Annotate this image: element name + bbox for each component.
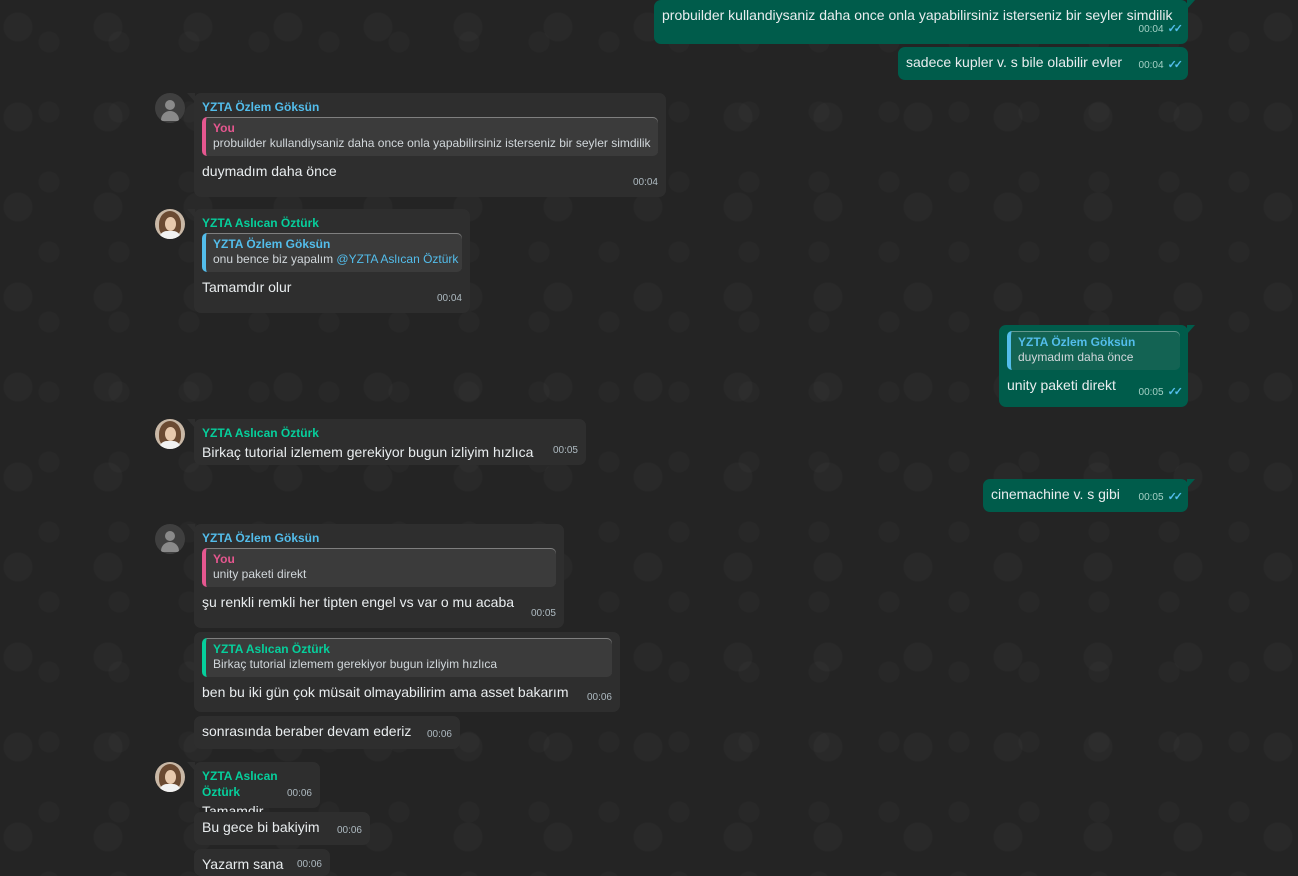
incoming-message[interactable]: Bu gece bi bakiyim 00:06 (194, 812, 370, 845)
incoming-message[interactable]: YZTA Aslıcan Öztürk Tamamdir 00:06 (187, 762, 320, 819)
message-meta: 00:05 (553, 441, 578, 460)
message-time: 00:04 (632, 177, 658, 188)
incoming-message[interactable]: YZTA Aslıcan Öztürk Birkaç tutorial izle… (187, 419, 586, 465)
quoted-text: Birkaç tutorial izlemem gerekiyor bugun … (213, 657, 498, 671)
double-check-icon: ✓✓ (1167, 23, 1184, 35)
message-meta: 00:04 (633, 173, 658, 192)
message-time: 00:05 (530, 608, 556, 619)
message-meta: 00:04 ✓✓ (1138, 20, 1184, 39)
message-meta: 00:04 ✓✓ (1138, 56, 1184, 75)
double-check-icon: ✓✓ (1167, 386, 1184, 398)
quoted-text: onu bence biz yapalım @YZTA Aslıcan Öztü… (213, 252, 458, 267)
mention[interactable]: @YZTA Aslıcan Öztürk (336, 252, 458, 266)
message-time: 00:04 (1138, 60, 1164, 71)
quoted-sender: YZTA Özlem Göksün (1018, 335, 1136, 349)
incoming-message[interactable]: sonrasında beraber devam ederiz 00:06 (194, 716, 460, 749)
message-time: 00:06 (586, 692, 612, 703)
quoted-text: unity paketi direkt (213, 567, 307, 581)
message-meta: 00:04 (437, 289, 462, 308)
outgoing-message[interactable]: probuilder kullandiysaniz daha once onla… (654, 0, 1195, 44)
quoted-message[interactable]: You probuilder kullandiysaniz daha once … (202, 117, 658, 156)
quoted-message[interactable]: YZTA Özlem Göksün onu bence biz yapalım … (202, 233, 462, 272)
avatar[interactable] (155, 93, 185, 123)
incoming-message[interactable]: Yazarm sana 00:06 (194, 849, 330, 876)
message-time: 00:06 (296, 859, 322, 870)
double-check-icon: ✓✓ (1167, 59, 1184, 71)
quoted-message[interactable]: YZTA Aslıcan Öztürk Birkaç tutorial izle… (202, 638, 612, 677)
message-text: probuilder kullandiysaniz daha once onla… (662, 7, 1173, 23)
person-icon (165, 100, 175, 110)
quoted-text: duymadım daha önce (1018, 350, 1134, 364)
message-meta: 00:06 (337, 821, 362, 840)
outgoing-message[interactable]: cinemachine v. s gibi 00:05 ✓✓ (983, 479, 1195, 512)
quoted-sender: YZTA Aslıcan Öztürk (213, 642, 330, 656)
quoted-message[interactable]: You unity paketi direkt (202, 548, 556, 587)
message-time: 00:05 (1138, 387, 1164, 398)
sender-name[interactable]: YZTA Özlem Göksün (202, 99, 658, 115)
avatar[interactable] (155, 524, 185, 554)
avatar[interactable] (155, 762, 185, 792)
incoming-message[interactable]: YZTA Aslıcan Öztürk YZTA Özlem Göksün on… (187, 209, 470, 313)
message-time: 00:05 (1138, 492, 1164, 503)
message-meta: 00:05 ✓✓ (1138, 488, 1184, 507)
message-text: şu renkli remkli her tipten engel vs var… (202, 594, 515, 610)
message-text: ben bu iki gün çok müsait olmayabilirim … (202, 684, 569, 700)
message-text: Birkaç tutorial izlemem gerekiyor bugun … (202, 444, 534, 460)
chat-messages-pane[interactable]: probuilder kullandiysaniz daha once onla… (0, 0, 1298, 876)
message-time: 00:04 (1138, 24, 1164, 35)
quoted-text: probuilder kullandiysaniz daha once onla… (213, 136, 651, 150)
sender-name[interactable]: YZTA Özlem Göksün (202, 530, 556, 546)
incoming-message[interactable]: YZTA Özlem Göksün You probuilder kulland… (187, 93, 666, 197)
message-meta: 00:06 (587, 688, 612, 707)
quoted-message[interactable]: YZTA Özlem Göksün duymadım daha önce (1007, 331, 1180, 370)
sender-name[interactable]: YZTA Aslıcan Öztürk (202, 425, 578, 441)
outgoing-message[interactable]: YZTA Özlem Göksün duymadım daha önce uni… (999, 325, 1195, 407)
double-check-icon: ✓✓ (1167, 491, 1184, 503)
message-meta: 00:06 (287, 784, 312, 803)
message-meta: 00:06 (297, 855, 322, 874)
message-time: 00:04 (436, 293, 462, 304)
avatar[interactable] (155, 419, 185, 449)
sender-name[interactable]: YZTA Aslıcan Öztürk (202, 215, 462, 231)
message-time: 00:06 (426, 729, 452, 740)
message-time: 00:06 (336, 825, 362, 836)
message-meta: 00:06 (427, 725, 452, 744)
message-time: 00:06 (286, 788, 312, 799)
quoted-sender: You (213, 121, 235, 135)
quoted-sender: YZTA Özlem Göksün (213, 237, 331, 251)
incoming-message[interactable]: YZTA Aslıcan Öztürk Birkaç tutorial izle… (194, 632, 620, 712)
message-meta: 00:05 ✓✓ (1138, 383, 1184, 402)
incoming-message[interactable]: YZTA Özlem Göksün You unity paketi direk… (187, 524, 564, 628)
quoted-sender: You (213, 552, 235, 566)
message-time: 00:05 (552, 445, 578, 456)
message-text: duymadım daha önce (202, 163, 337, 179)
outgoing-message[interactable]: sadece kupler v. s bile olabilir evler 0… (898, 47, 1188, 80)
quoted-text-body: onu bence biz yapalım (213, 252, 337, 266)
message-text: Tamamdır olur (202, 279, 292, 295)
message-text: sonrasında beraber devam ederiz (202, 723, 412, 739)
message-meta: 00:05 (531, 604, 556, 623)
avatar[interactable] (155, 209, 185, 239)
person-icon (165, 531, 175, 541)
